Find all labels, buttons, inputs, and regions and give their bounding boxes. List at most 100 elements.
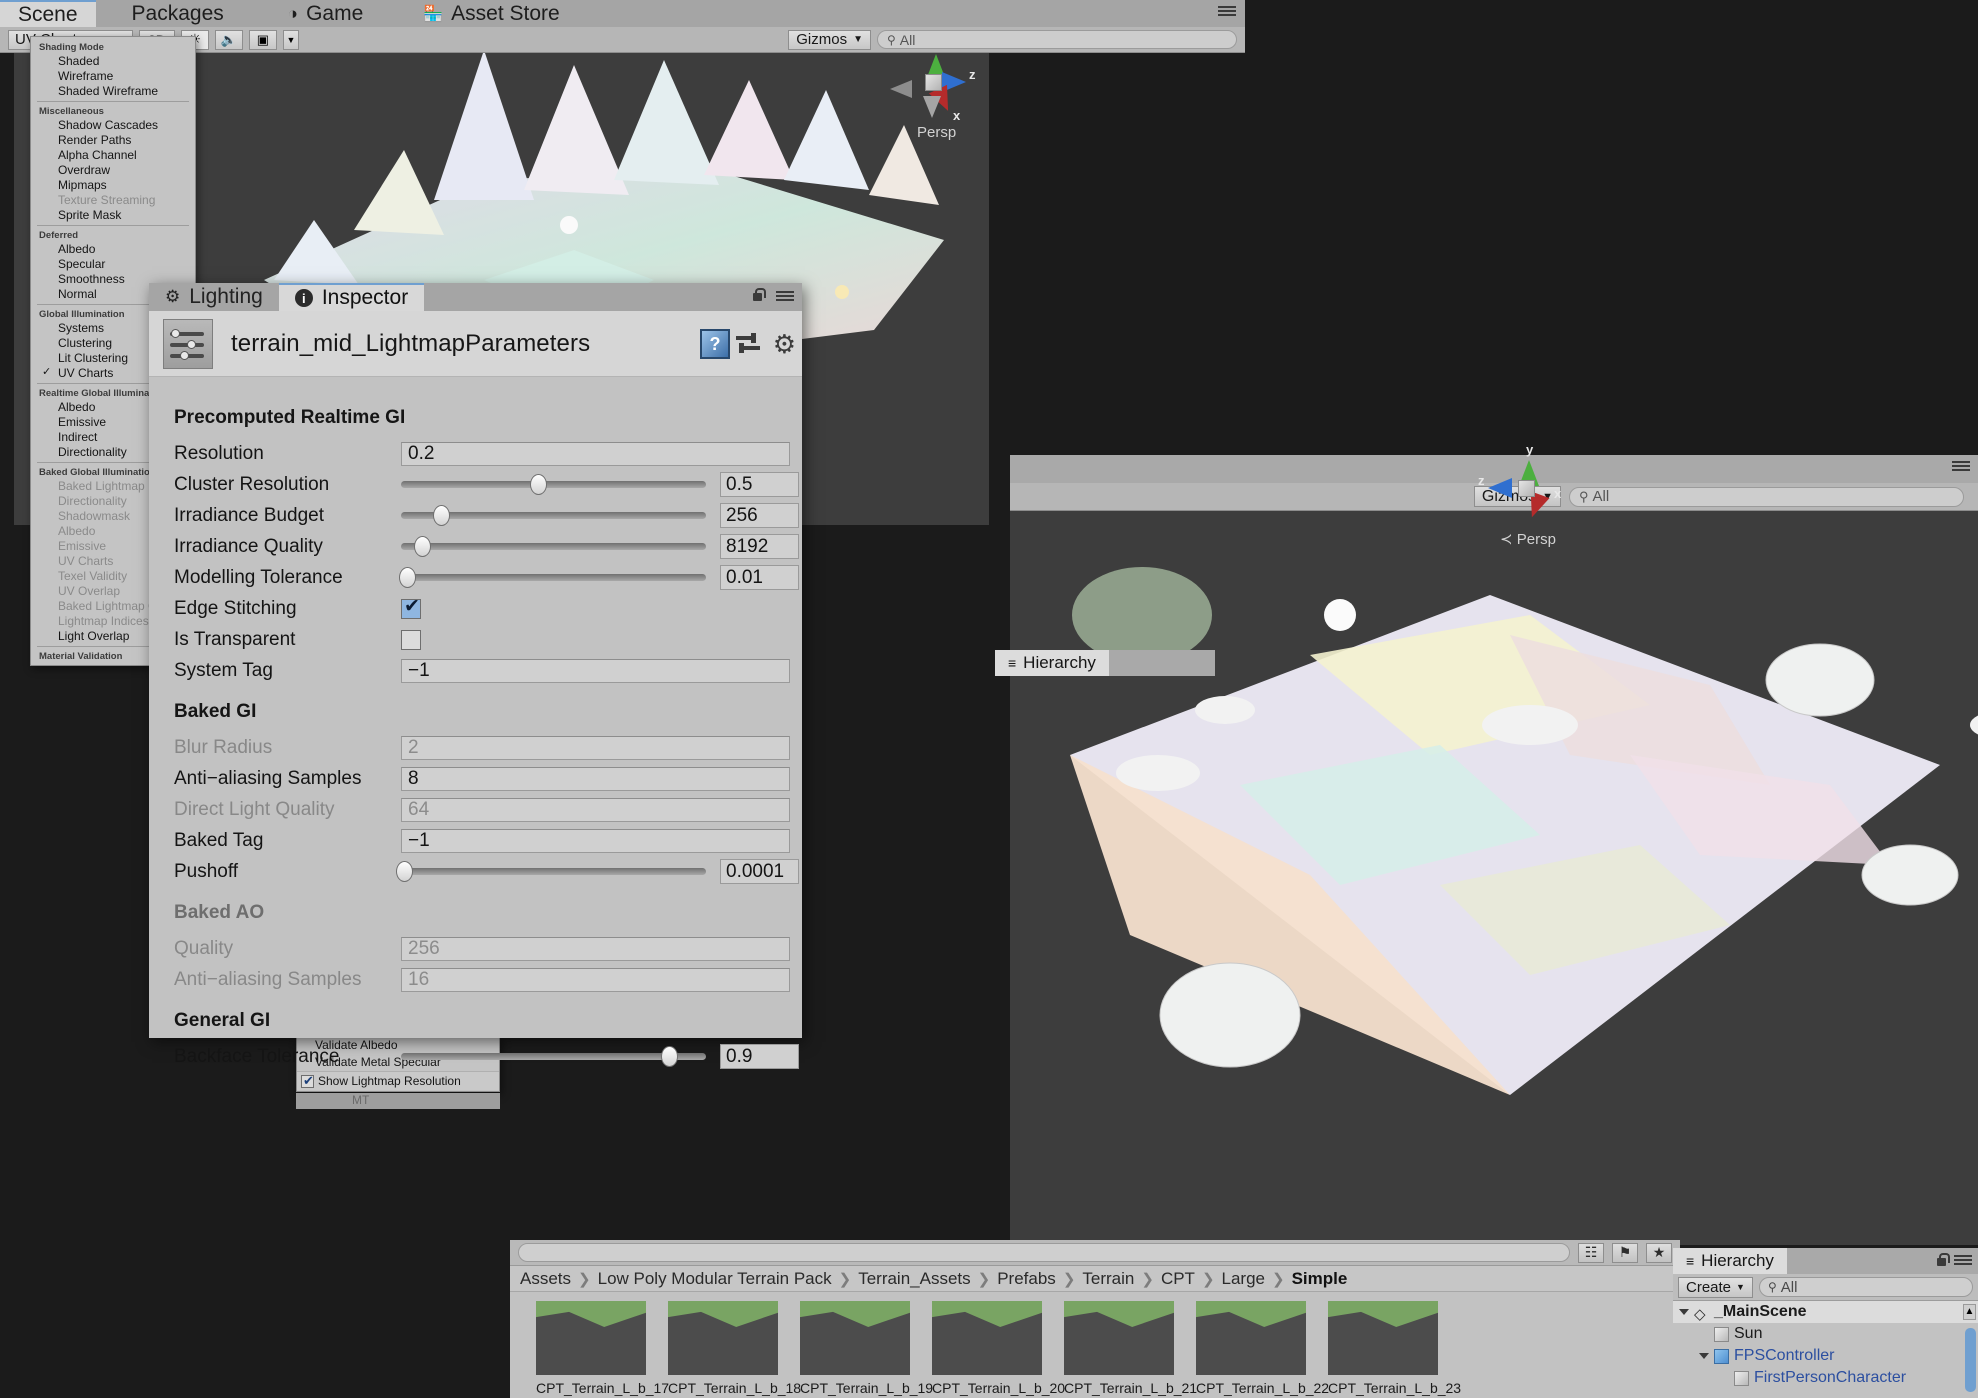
value-backface-tolerance[interactable]: 0.9 xyxy=(720,1044,799,1069)
menu-item-albedo[interactable]: Albedo xyxy=(31,242,195,257)
slider-knob[interactable] xyxy=(396,860,414,882)
menu-item-render-paths[interactable]: Render Paths xyxy=(31,133,195,148)
scene-bottom-menu-icon[interactable] xyxy=(1952,459,1970,478)
menu-item-sprite-mask[interactable]: Sprite Mask xyxy=(31,208,195,223)
hierarchy-scrollbar[interactable] xyxy=(1965,1328,1976,1392)
breadcrumb-item[interactable]: Prefabs xyxy=(997,1269,1056,1289)
project-asset-item[interactable]: CPT_Terrain_L_b_23 xyxy=(1328,1301,1461,1396)
hierarchy-item-fpscontroller[interactable]: FPSController xyxy=(1673,1345,1978,1367)
slider-irradiance-budget[interactable] xyxy=(401,504,706,528)
hierarchy-item-sun[interactable]: Sun xyxy=(1673,1323,1978,1345)
breadcrumb-item[interactable]: Low Poly Modular Terrain Pack xyxy=(598,1269,832,1289)
scene-terrain-render-2 xyxy=(1070,567,1978,1095)
hierarchy-search-input[interactable]: ⚲ All xyxy=(1758,1277,1973,1297)
slider-knob[interactable] xyxy=(414,535,432,557)
tab-asset-store[interactable]: 🏪 Asset Store xyxy=(381,0,577,27)
menu-item-alpha-channel[interactable]: Alpha Channel xyxy=(31,148,195,163)
hierarchy-item-firstpersoncharacter[interactable]: FirstPersonCharacter xyxy=(1673,1367,1978,1389)
help-button[interactable]: ? xyxy=(700,329,730,359)
label-icon[interactable]: ⚑ xyxy=(1612,1242,1638,1263)
gizmos-dropdown[interactable]: Gizmos ▼ xyxy=(788,29,871,50)
project-asset-item[interactable]: CPT_Terrain_L_b_22 xyxy=(1196,1301,1329,1396)
new-folder-icon[interactable]: ☷ xyxy=(1578,1242,1604,1263)
menu-item-mipmaps[interactable]: Mipmaps xyxy=(31,178,195,193)
slider-knob[interactable] xyxy=(661,1045,679,1067)
input-resolution[interactable]: 0.2 xyxy=(401,441,790,466)
slider-backface-tolerance[interactable] xyxy=(401,1045,706,1069)
input-system-tag[interactable]: −1 xyxy=(401,658,790,683)
gizmo-persp-label: ≺ Persp xyxy=(1500,531,1556,548)
checkbox-edge-stitching[interactable] xyxy=(401,595,421,619)
image-icon[interactable]: ▣ xyxy=(248,29,277,50)
menu-item-wireframe[interactable]: Wireframe xyxy=(31,69,195,84)
inspector-menu-icon[interactable] xyxy=(776,289,794,308)
favorite-icon[interactable]: ★ xyxy=(1646,1242,1672,1263)
menu-item-shaded[interactable]: Shaded xyxy=(31,54,195,69)
project-asset-item[interactable]: CPT_Terrain_L_b_20 xyxy=(932,1301,1065,1396)
expand-arrow-icon[interactable] xyxy=(1679,1309,1689,1315)
create-button[interactable]: Create ▼ xyxy=(1678,1276,1753,1298)
slider-knob[interactable] xyxy=(432,504,450,526)
field-label: Quality xyxy=(174,937,234,959)
hierarchy-menu-icon[interactable] xyxy=(1954,1253,1972,1272)
menu-item-label: Shaded Wireframe xyxy=(58,84,159,98)
preset-button[interactable] xyxy=(736,333,762,355)
menu-item-specular[interactable]: Specular xyxy=(31,257,195,272)
project-asset-item[interactable]: CPT_Terrain_L_b_17 xyxy=(536,1301,669,1396)
value-modelling-tolerance[interactable]: 0.01 xyxy=(720,565,799,590)
lock-icon[interactable] xyxy=(751,288,766,308)
project-asset-item[interactable]: CPT_Terrain_L_b_19 xyxy=(800,1301,933,1396)
search-icon: ⚲ xyxy=(887,32,896,47)
breadcrumb-item[interactable]: Assets xyxy=(520,1269,571,1289)
hierarchy-scroll-up-arrow[interactable]: ▲ xyxy=(1963,1304,1976,1320)
slider-irradiance-quality[interactable] xyxy=(401,535,706,559)
breadcrumb-item[interactable]: Simple xyxy=(1292,1269,1348,1289)
scene-search-input-bottom[interactable]: ⚲ All xyxy=(1569,486,1964,507)
hierarchy-floating-tab[interactable]: ≡ Hierarchy xyxy=(995,650,1109,676)
gear-icon[interactable]: ⚙ xyxy=(773,331,796,357)
lock-icon[interactable] xyxy=(1935,1253,1950,1273)
menu-item-overdraw[interactable]: Overdraw xyxy=(31,163,195,178)
input-baked-tag[interactable]: −1 xyxy=(401,828,790,853)
tab-game[interactable]: ◑ Game xyxy=(242,0,381,27)
project-asset-item[interactable]: CPT_Terrain_L_b_18 xyxy=(668,1301,801,1396)
slider-modelling-tolerance[interactable] xyxy=(399,566,706,590)
breadcrumb-item[interactable]: Terrain_Assets xyxy=(858,1269,970,1289)
project-asset-item[interactable]: CPT_Terrain_L_b_21 xyxy=(1064,1301,1197,1396)
checkbox-is-transparent[interactable] xyxy=(401,629,421,650)
slider-cluster-resolution[interactable] xyxy=(401,473,706,497)
slider-pushoff[interactable] xyxy=(396,860,706,884)
slider-track xyxy=(401,1053,706,1060)
slider-knob[interactable] xyxy=(530,473,548,495)
hierarchy-panel: ≡ Hierarchy Create ▼ ⚲ All ◇ _MainScene Su… xyxy=(1673,1248,1978,1398)
tab-lighting[interactable]: ⚙ Lighting xyxy=(149,283,279,311)
scene-panel-menu-icon[interactable] xyxy=(1218,4,1236,23)
value-irradiance-quality[interactable]: 8192 xyxy=(720,534,799,559)
input-anti-aliasing-samples[interactable]: 8 xyxy=(401,766,790,791)
menu-item-show-lightmap-resolution[interactable]: Show Lightmap Resolution xyxy=(297,1071,499,1090)
breadcrumb-item[interactable]: Terrain xyxy=(1082,1269,1134,1289)
expand-arrow-icon[interactable] xyxy=(1699,1353,1709,1359)
menu-item-shaded-wireframe[interactable]: Shaded Wireframe xyxy=(31,84,195,99)
scene-gizmo-bottom[interactable]: y z x ≺ Persp xyxy=(1478,440,1574,548)
slider-knob[interactable] xyxy=(399,566,417,588)
value-pushoff[interactable]: 0.0001 xyxy=(720,859,799,884)
tab-scene[interactable]: Scene xyxy=(0,0,96,27)
value-irradiance-budget[interactable]: 256 xyxy=(720,503,799,528)
menu-item-texture-streaming[interactable]: Texture Streaming xyxy=(31,193,195,208)
value-cluster-resolution[interactable]: 0.5 xyxy=(720,472,799,497)
tab-inspector[interactable]: i Inspector xyxy=(278,283,425,311)
effects-dropdown-icon[interactable]: ▼ xyxy=(282,29,299,50)
scene-search-input[interactable]: ⚲ All xyxy=(877,30,1237,49)
tab-hierarchy[interactable]: ≡ Hierarchy xyxy=(1673,1248,1787,1274)
breadcrumb-separator: ❯ xyxy=(1062,1270,1076,1288)
hierarchy-item--mainscene[interactable]: ◇ _MainScene xyxy=(1673,1301,1978,1323)
breadcrumb-item[interactable]: Large xyxy=(1222,1269,1265,1289)
menu-item-label: Clustering xyxy=(58,336,113,350)
tab-packages[interactable]: Packages xyxy=(96,0,242,27)
menu-item-shadow-cascades[interactable]: Shadow Cascades xyxy=(31,118,195,133)
speaker-icon[interactable]: 🔈 xyxy=(214,29,243,50)
scene-view-bottom[interactable]: Gizmos ▼ ⚲ All y z x ≺ Persp xyxy=(1010,442,1978,1245)
breadcrumb-item[interactable]: CPT xyxy=(1161,1269,1195,1289)
project-search-input[interactable] xyxy=(518,1243,1570,1262)
